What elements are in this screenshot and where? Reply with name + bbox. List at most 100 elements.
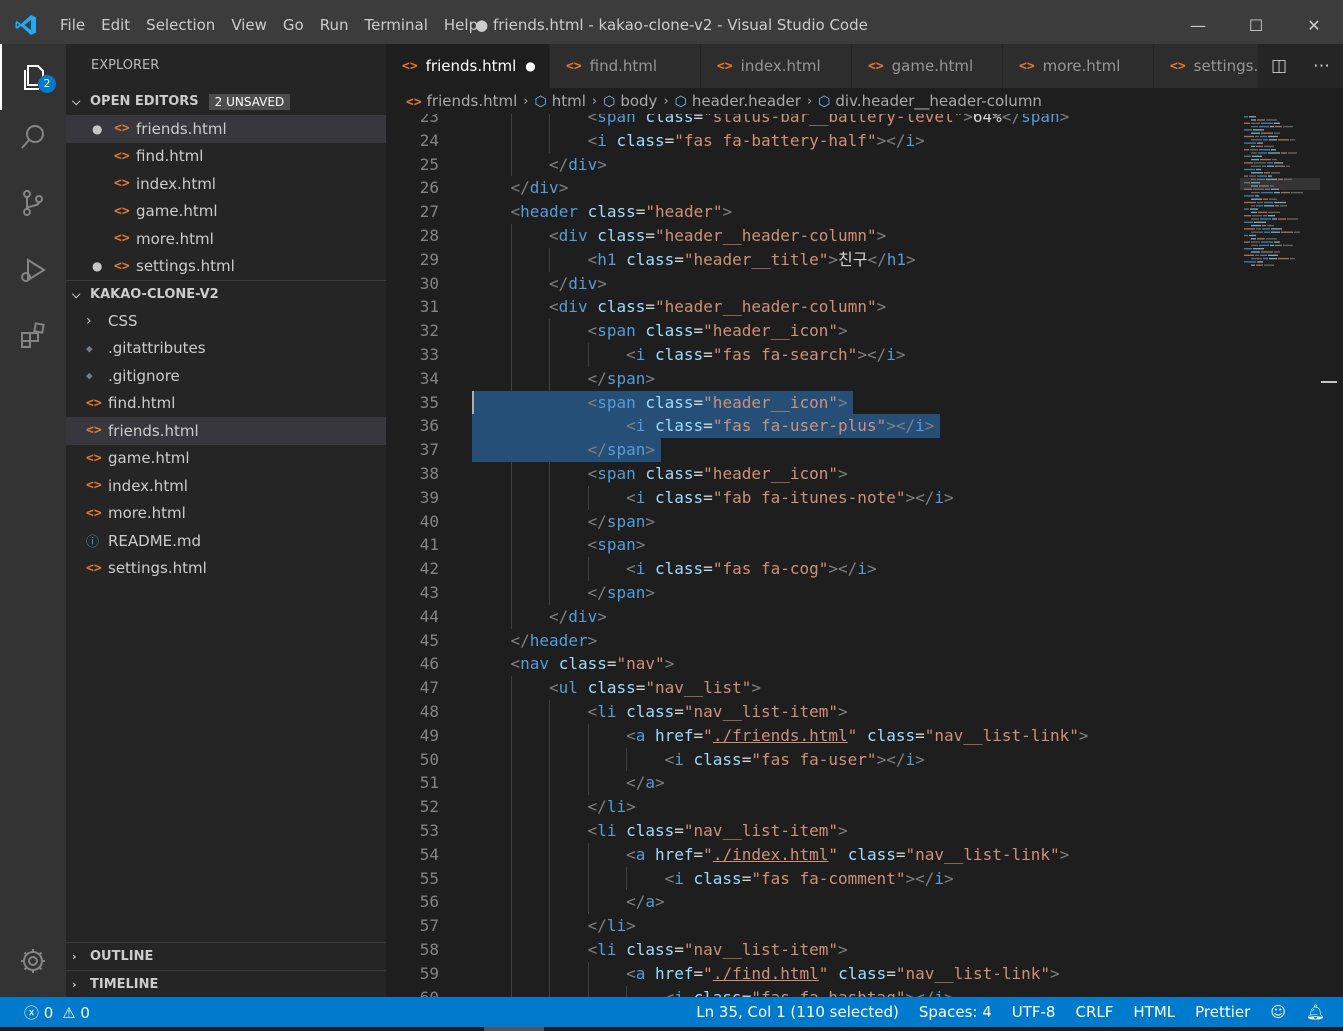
code-line[interactable]: 42 <i class="fas fa-cog"></i>	[386, 557, 1343, 581]
search-icon[interactable]	[0, 104, 66, 170]
code-line[interactable]: 29 <h1 class="header__title">친구</h1>	[386, 248, 1343, 272]
file-item[interactable]: <> game.html	[66, 445, 386, 473]
file-item[interactable]: <> index.html	[66, 472, 386, 500]
code-line[interactable]: 26 </div>	[386, 176, 1343, 200]
minimap[interactable]	[1240, 114, 1320, 274]
code-line[interactable]: 34 </span>	[386, 367, 1343, 391]
cursor-position[interactable]: Ln 35, Col 1 (110 selected)	[686, 1003, 909, 1021]
code-editor[interactable]: 23 <span class="status-bar__battery-level…	[386, 114, 1343, 997]
settings-gear-icon[interactable]	[0, 928, 66, 994]
code-line[interactable]: 45 </header>	[386, 629, 1343, 653]
code-line[interactable]: 32 <span class="header__icon">	[386, 319, 1343, 343]
file-item[interactable]: <> find.html	[66, 390, 386, 418]
project-header[interactable]: ⌵ KAKAO-CLONE-V2	[66, 280, 386, 307]
code-line[interactable]: 53 <li class="nav__list-item">	[386, 819, 1343, 843]
folder-item[interactable]: › CSS	[66, 307, 386, 335]
problems-indicator[interactable]: ⓧ 0 ⚠ 0	[0, 1002, 100, 1023]
code-line[interactable]: 46 <nav class="nav">	[386, 652, 1343, 676]
menu-terminal[interactable]: Terminal	[357, 0, 436, 50]
code-line[interactable]: 30 </div>	[386, 272, 1343, 296]
open-editor-item[interactable]: <> more.html	[66, 225, 386, 253]
open-editor-item[interactable]: <> find.html	[66, 143, 386, 171]
menu-edit[interactable]: Edit	[93, 0, 138, 50]
file-item[interactable]: ◆ .gitignore	[66, 362, 386, 390]
close-button[interactable]: ✕	[1285, 3, 1343, 47]
code-line[interactable]: 47 <ul class="nav__list">	[386, 676, 1343, 700]
menu-file[interactable]: File	[52, 0, 93, 50]
code-line[interactable]: 36 <i class="fas fa-user-plus"></i>	[386, 414, 1343, 439]
file-item[interactable]: <> friends.html	[66, 417, 386, 445]
extensions-icon[interactable]	[0, 303, 66, 369]
line-ending[interactable]: CRLF	[1065, 1003, 1123, 1021]
file-item[interactable]: <> more.html	[66, 500, 386, 528]
code-line[interactable]: 50 <i class="fas fa-user"></i>	[386, 748, 1343, 772]
tab-friends[interactable]: <> friends.html ●	[386, 44, 550, 88]
unsaved-dot-icon[interactable]: ●	[92, 259, 102, 273]
menu-go[interactable]: Go	[275, 0, 312, 50]
code-line[interactable]: 49 <a href="./friends.html" class="nav__l…	[386, 724, 1343, 748]
menu-selection[interactable]: Selection	[138, 0, 223, 50]
unsaved-dot-icon[interactable]: ●	[92, 122, 102, 136]
code-line[interactable]: 48 <li class="nav__list-item">	[386, 700, 1343, 724]
more-actions-icon[interactable]: ⋯	[1313, 56, 1330, 76]
code-line[interactable]: 25 </div>	[386, 153, 1343, 177]
open-editor-item[interactable]: ● <> friends.html	[66, 115, 386, 143]
tab-index[interactable]: <> index.html	[701, 44, 852, 88]
tab-find[interactable]: <> find.html	[550, 44, 701, 88]
open-editors-header[interactable]: ⌵ OPEN EDITORS 2 UNSAVED	[66, 88, 386, 115]
menu-run[interactable]: Run	[312, 0, 357, 50]
code-line[interactable]: 59 <a href="./find.html" class="nav__list…	[386, 962, 1343, 986]
split-editor-icon[interactable]: ◫	[1271, 56, 1287, 76]
code-line[interactable]: 38 <span class="header__icon">	[386, 462, 1343, 486]
code-line[interactable]: 27 <header class="header">	[386, 200, 1343, 224]
code-line[interactable]: 51 </a>	[386, 771, 1343, 795]
source-control-icon[interactable]	[0, 170, 66, 236]
vscode-logo-icon[interactable]	[0, 0, 52, 50]
code-line[interactable]: 35 <span class="header__icon">	[386, 390, 1343, 415]
indentation[interactable]: Spaces: 4	[909, 1003, 1002, 1021]
code-line[interactable]: 58 <li class="nav__list-item">	[386, 938, 1343, 962]
maximize-button[interactable]: ☐	[1227, 3, 1285, 47]
tab-game[interactable]: <> game.html	[852, 44, 1003, 88]
breadcrumb-item[interactable]: <> friends.html	[406, 92, 517, 110]
unsaved-dot-icon[interactable]: ●	[525, 59, 535, 73]
language-mode[interactable]: HTML	[1123, 1003, 1185, 1021]
code-line[interactable]: 44 </div>	[386, 605, 1343, 629]
notifications-bell-icon[interactable]: 🔔︎	[1296, 1003, 1335, 1021]
code-line[interactable]: 43 </span>	[386, 581, 1343, 605]
file-item[interactable]: ⓘ README.md	[66, 527, 386, 555]
breadcrumb-item[interactable]: ⬡ body	[603, 92, 657, 110]
code-line[interactable]: 24 <i class="fas fa-battery-half"></i>	[386, 129, 1343, 153]
feedback-icon[interactable]: ☺	[1260, 1003, 1296, 1021]
code-line[interactable]: 52 </li>	[386, 795, 1343, 819]
code-line[interactable]: 60<i class="fas fa-hashtag"></i>	[386, 986, 1343, 997]
code-line[interactable]: 23 <span class="status-bar__battery-level…	[386, 114, 1343, 129]
code-line[interactable]: 28 <div class="header__header-column">	[386, 224, 1343, 248]
breadcrumb-item[interactable]: ⬡ header.header	[675, 92, 801, 110]
open-editor-item[interactable]: <> game.html	[66, 198, 386, 226]
code-line[interactable]: 39 <i class="fab fa-itunes-note"></i>	[386, 486, 1343, 510]
menu-help[interactable]: Help	[436, 0, 486, 50]
code-line[interactable]: 31 <div class="header__header-column">	[386, 295, 1343, 319]
open-editor-item[interactable]: <> index.html	[66, 170, 386, 198]
encoding[interactable]: UTF-8	[1002, 1003, 1066, 1021]
code-line[interactable]: 41 <span>	[386, 533, 1343, 557]
tab-more[interactable]: <> more.html	[1003, 44, 1154, 88]
code-line[interactable]: 54 <a href="./index.html" class="nav__lis…	[386, 843, 1343, 867]
code-line[interactable]: 37 </span>	[386, 438, 1343, 462]
file-item[interactable]: <> settings.html	[66, 555, 386, 583]
breadcrumb-item[interactable]: ⬡ html	[534, 92, 585, 110]
run-debug-icon[interactable]	[0, 237, 66, 303]
minimize-button[interactable]: —	[1169, 3, 1227, 47]
code-line[interactable]: 57 </li>	[386, 914, 1343, 938]
code-line[interactable]: 56 </a>	[386, 890, 1343, 914]
code-line[interactable]: 40 </span>	[386, 510, 1343, 534]
code-line[interactable]: 55 <i class="fas fa-comment"></i>	[386, 867, 1343, 891]
file-item[interactable]: ◆ .gitattributes	[66, 335, 386, 363]
open-editor-item[interactable]: ● <> settings.html	[66, 253, 386, 281]
breadcrumb-item[interactable]: ⬡ div.header__header-column	[818, 92, 1042, 110]
outline-section[interactable]: › OUTLINE	[66, 942, 386, 970]
prettier-formatter[interactable]: Prettier	[1185, 1003, 1260, 1021]
code-line[interactable]: 33 <i class="fas fa-search"></i>	[386, 343, 1343, 367]
timeline-section[interactable]: › TIMELINE	[66, 970, 386, 998]
